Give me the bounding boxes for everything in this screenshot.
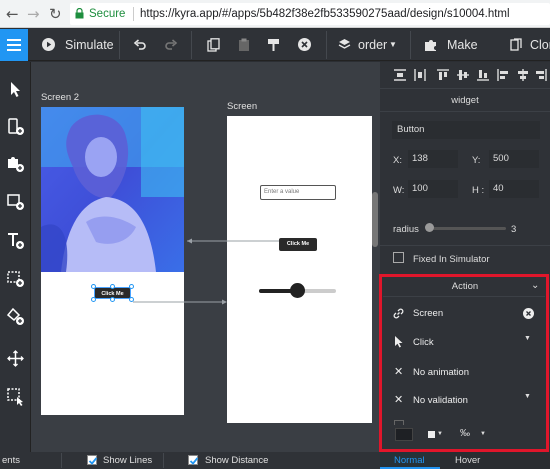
forward-arrow-icon[interactable]: → [27,5,40,23]
rail-item-select[interactable] [4,78,27,101]
move-arrows-icon [7,350,24,367]
clone-button[interactable]: Clon [508,29,550,61]
rectangle-add-icon [7,194,24,210]
tab-normal[interactable]: Normal [380,452,440,469]
toolbar-divider [191,31,192,59]
url-text[interactable]: https://kyra.app/#/apps/5b482f38e2fb5335… [140,3,510,25]
show-distance-label: Show Distance [205,455,269,466]
puzzle-icon [425,40,436,51]
distribute-vertical-icon[interactable] [394,69,406,81]
w-input[interactable]: 100 [408,180,458,198]
h-input[interactable]: 40 [489,180,539,198]
tab-normal-label: Normal [394,455,425,466]
fixed-in-simulator-checkbox[interactable] [393,252,404,263]
rail-item-add-screen[interactable] [4,115,27,138]
copy-icon[interactable] [207,38,220,52]
layers-icon [338,39,351,49]
delete-icon[interactable] [298,38,311,51]
rail-item-move[interactable] [4,347,27,370]
dashed-box-add-icon [7,271,24,287]
undo-icon[interactable] [133,38,147,52]
canvas-scrollbar[interactable] [372,192,378,247]
lock-icon [75,8,84,19]
h-label: H : [472,185,485,196]
toolbar-divider [119,31,120,59]
alignment-toolbar [380,62,550,88]
simulate-button[interactable]: Simulate [40,29,114,61]
simulate-label: Simulate [65,38,114,52]
toolbar: Simulate order ▼ Make Clo [0,29,550,84]
marquee-cursor-icon [7,388,23,406]
redo-icon[interactable] [164,38,178,52]
y-input[interactable]: 500 [489,150,539,168]
rail-item-add-box[interactable] [4,190,27,213]
url-separator [133,7,134,21]
rail-item-fill[interactable] [4,305,27,328]
toolbar-divider [410,31,411,59]
app-window: ← → ↻ Secure https://kyra.app/#/apps/5b4… [0,0,550,469]
order-label: order [358,38,388,52]
panel-divider [380,245,550,246]
state-tabs: Normal Hover [380,452,550,469]
radius-slider-thumb[interactable] [425,223,434,232]
align-top-icon[interactable] [437,69,449,81]
back-arrow-icon[interactable]: ← [6,5,19,23]
format-painter-icon[interactable] [267,38,280,52]
radius-value: 3 [511,224,517,235]
radius-slider-track[interactable] [428,227,506,230]
panel-divider [380,88,550,89]
toolbar-divider [326,31,327,59]
hamburger-menu-icon[interactable] [0,29,28,61]
cursor-arrow-icon [11,82,20,97]
align-bottom-icon[interactable] [477,69,489,81]
puzzle-add-icon [8,157,24,172]
widget-type-label: widget [451,95,479,106]
rail-item-add-widget[interactable] [4,152,27,175]
radius-label: radius [393,224,419,235]
rail-item-add-region[interactable] [4,267,27,290]
rail-item-add-text[interactable] [4,229,27,252]
order-dropdown[interactable]: order ▼ [336,29,402,61]
paint-bucket-add-icon [6,307,24,325]
fixed-in-simulator-label: Fixed In Simulator [413,254,490,265]
show-lines-checkbox[interactable] [87,455,98,465]
align-right-icon[interactable] [535,69,547,81]
design-canvas[interactable]: Screen 2 Screen Click Me Enter a value C… [31,62,380,452]
events-label: ents [2,455,20,466]
secure-label: Secure [89,8,126,20]
text-add-icon [8,233,24,249]
tab-hover[interactable]: Hover [440,452,550,469]
align-center-icon[interactable] [517,69,529,81]
checkmark-icon [189,457,199,465]
align-middle-icon[interactable] [457,69,469,81]
show-lines-label: Show Lines [103,455,153,466]
x-label: X: [393,155,402,166]
link-arrows [133,238,279,305]
align-left-icon[interactable] [497,69,509,81]
paste-icon[interactable] [238,38,250,52]
tool-rail [0,62,31,469]
bottom-bar: ents Show Lines Show Distance [0,452,380,469]
action-section-highlight [379,274,549,452]
chevron-down-icon: ▼ [389,40,397,49]
x-input[interactable]: 138 [408,150,458,168]
reload-icon[interactable]: ↻ [49,5,62,23]
tab-hover-label: Hover [455,455,481,466]
show-distance-checkbox[interactable] [188,455,199,465]
widget-name-input[interactable]: Button [392,121,540,139]
w-label: W: [393,185,405,196]
make-icon-button[interactable]: Make icon [423,29,501,84]
address-bar[interactable]: Secure https://kyra.app/#/apps/5b482f38e… [70,3,550,25]
clone-label: Clon [530,38,550,52]
distribute-horizontal-icon[interactable] [414,69,426,81]
checkmark-icon [88,457,98,465]
clone-icon [510,38,522,51]
mobile-add-icon [8,118,24,135]
panel-divider [380,111,550,112]
browser-bar: ← → ↻ Secure https://kyra.app/#/apps/5b4… [0,0,550,28]
play-icon [42,38,55,51]
y-label: Y: [472,155,481,166]
rail-item-marquee-select[interactable] [4,385,27,408]
